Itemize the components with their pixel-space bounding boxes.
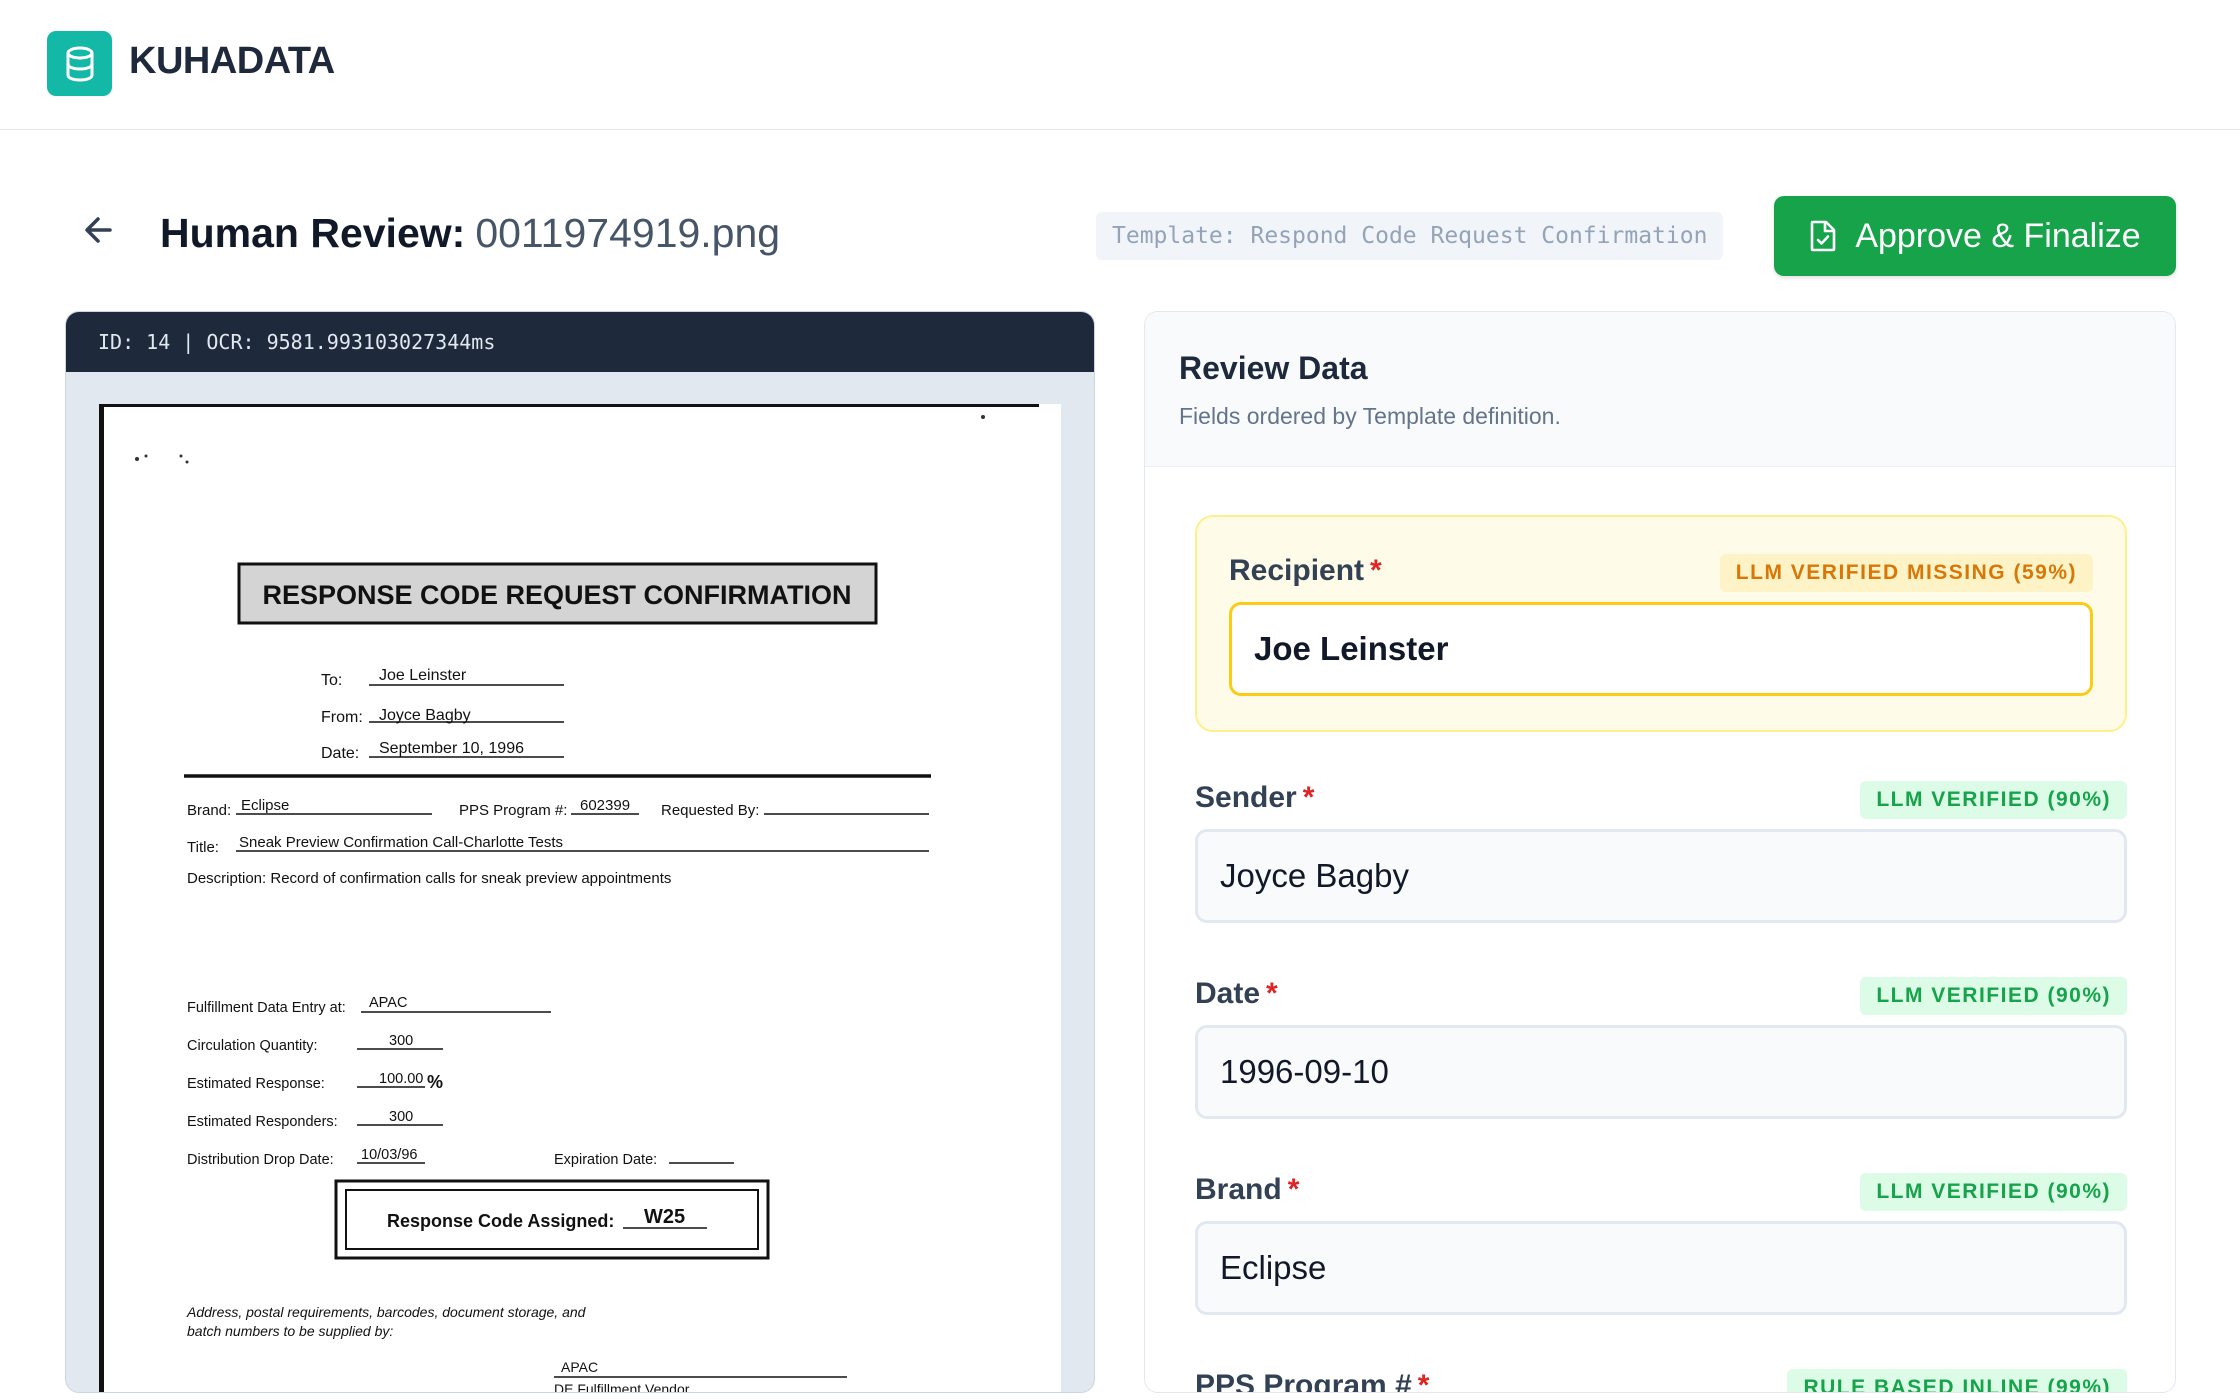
- svg-text:Sneak Preview Confirmation Cal: Sneak Preview Confirmation Call-Charlott…: [239, 834, 563, 851]
- document-preview[interactable]: RESPONSE CODE REQUEST CONFIRMATION To: J…: [99, 404, 1061, 1393]
- required-marker: *: [1417, 1369, 1430, 1393]
- svg-text:From:: From:: [321, 709, 363, 726]
- svg-text:APAC: APAC: [369, 995, 407, 1011]
- svg-text:Eclipse: Eclipse: [241, 797, 289, 814]
- svg-text:300: 300: [389, 1033, 413, 1049]
- review-title: Review Data: [1179, 350, 1368, 386]
- svg-text:To:: To:: [321, 672, 342, 689]
- status-badge: LLM VERIFIED (90%): [1860, 781, 2127, 819]
- page-title: Human Review: 0011974919.png: [160, 210, 780, 257]
- sender-input[interactable]: Joyce Bagby: [1195, 829, 2127, 923]
- template-tag: Template: Respond Code Request Confirmat…: [1096, 212, 1724, 260]
- top-bar: KUHADATA: [0, 0, 2240, 130]
- field-label: Brand: [1195, 1173, 1282, 1206]
- field-pps-program: PPS Program # * RULE BASED INLINE (99%): [1195, 1369, 2127, 1393]
- approve-finalize-button[interactable]: Approve & Finalize: [1774, 196, 2176, 276]
- svg-text:Joe Leinster: Joe Leinster: [379, 667, 467, 684]
- document-check-icon: [1811, 220, 1836, 252]
- recipient-input[interactable]: Joe Leinster: [1229, 602, 2093, 696]
- svg-text:APAC: APAC: [561, 1359, 598, 1375]
- svg-text:Requested By:: Requested By:: [661, 802, 759, 819]
- svg-text:Description: Record of confirm: Description: Record of confirmation call…: [187, 870, 671, 887]
- field-label: PPS Program #: [1195, 1369, 1412, 1393]
- required-marker: *: [1287, 1173, 1300, 1206]
- svg-text:300: 300: [389, 1109, 413, 1125]
- svg-text:Expiration Date:: Expiration Date:: [554, 1152, 657, 1168]
- svg-text:W25: W25: [644, 1206, 685, 1228]
- required-marker: *: [1370, 554, 1382, 587]
- status-badge: LLM VERIFIED (90%): [1860, 977, 2127, 1015]
- field-label: Recipient: [1229, 554, 1365, 587]
- svg-text:Estimated Response:: Estimated Response:: [187, 1076, 325, 1092]
- required-marker: *: [1266, 977, 1278, 1010]
- svg-text:DE Fulfillment Vendor: DE Fulfillment Vendor: [554, 1381, 690, 1393]
- status-badge: RULE BASED INLINE (99%): [1787, 1369, 2127, 1392]
- svg-text:Distribution Drop Date:: Distribution Drop Date:: [187, 1152, 334, 1168]
- review-subtitle: Fields ordered by Template definition.: [1179, 403, 1561, 429]
- file-name: 0011974919.png: [475, 210, 781, 256]
- approve-label: Approve & Finalize: [1855, 216, 2141, 255]
- field-date: Date * LLM VERIFIED (90%) 1996-09-10: [1195, 977, 2127, 1119]
- svg-text:PPS Program #:: PPS Program #:: [459, 802, 567, 819]
- scanned-document: RESPONSE CODE REQUEST CONFIRMATION To: J…: [99, 404, 1039, 1393]
- field-brand: Brand * LLM VERIFIED (90%) Eclipse: [1195, 1173, 2127, 1315]
- scan-heading: RESPONSE CODE REQUEST CONFIRMATION: [262, 580, 851, 610]
- svg-text:September 10, 1996: September 10, 1996: [379, 740, 524, 757]
- field-sender: Sender * LLM VERIFIED (90%) Joyce Bagby: [1195, 781, 2127, 923]
- app-name[interactable]: KUHADATA: [129, 40, 335, 83]
- svg-text:Brand:: Brand:: [187, 802, 231, 819]
- date-input[interactable]: 1996-09-10: [1195, 1025, 2127, 1119]
- svg-text:602399: 602399: [580, 797, 630, 814]
- svg-text:Date:: Date:: [321, 745, 359, 762]
- document-panel: ID: 14 | OCR: 9581.993103027344ms RESPON…: [65, 311, 1095, 1393]
- status-badge: LLM VERIFIED MISSING (59%): [1719, 554, 2093, 592]
- svg-text:10/03/96: 10/03/96: [361, 1147, 417, 1163]
- svg-text:batch numbers to be supplied b: batch numbers to be supplied by:: [187, 1323, 393, 1339]
- brand-input[interactable]: Eclipse: [1195, 1221, 2127, 1315]
- required-marker: *: [1302, 781, 1315, 814]
- svg-text:Fulfillment Data Entry at:: Fulfillment Data Entry at:: [187, 1000, 346, 1016]
- svg-text:Address, postal requirements,: Address, postal requirements, barcodes, …: [186, 1304, 587, 1320]
- svg-text:%: %: [427, 1072, 443, 1092]
- svg-text:Estimated Responders:: Estimated Responders:: [187, 1114, 338, 1130]
- status-badge: LLM VERIFIED (90%): [1860, 1173, 2127, 1211]
- database-icon[interactable]: [47, 31, 112, 96]
- page-title-prefix: Human Review:: [160, 210, 466, 256]
- field-recipient-card: Recipient * LLM VERIFIED MISSING (59%) Jo…: [1195, 515, 2127, 732]
- review-panel: Review Data Fields ordered by Template d…: [1144, 311, 2176, 1393]
- svg-text:Response Code Assigned:: Response Code Assigned:: [387, 1211, 614, 1231]
- document-meta: ID: 14 | OCR: 9581.993103027344ms: [66, 312, 1094, 372]
- svg-text:100.00: 100.00: [379, 1071, 423, 1087]
- svg-text:Circulation Quantity:: Circulation Quantity:: [187, 1038, 318, 1054]
- svg-text:Title:: Title:: [187, 839, 219, 856]
- back-arrow-icon[interactable]: [80, 210, 120, 250]
- review-header: Review Data Fields ordered by Template d…: [1145, 312, 2175, 467]
- field-label: Date: [1195, 977, 1261, 1010]
- field-recipient: Recipient * LLM VERIFIED MISSING (59%) Jo…: [1229, 554, 2093, 696]
- field-label: Sender: [1195, 781, 1297, 814]
